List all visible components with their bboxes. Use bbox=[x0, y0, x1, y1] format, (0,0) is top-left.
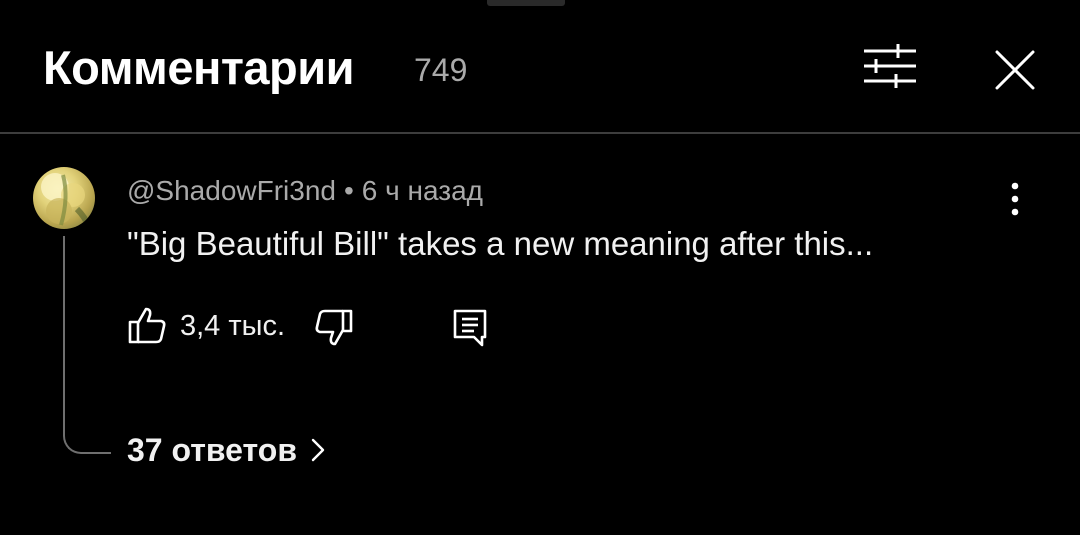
comment-count: 749 bbox=[414, 52, 468, 88]
avatar[interactable] bbox=[33, 167, 95, 229]
close-icon[interactable] bbox=[992, 48, 1038, 92]
chevron-right-icon bbox=[311, 438, 325, 462]
comments-header: Комментарии 749 bbox=[0, 0, 1080, 134]
comment-text: "Big Beautiful Bill" takes a new meaning… bbox=[127, 225, 874, 262]
comment-meta: @ShadowFri3nd • 6 ч назад bbox=[127, 175, 483, 207]
page-title: Комментарии bbox=[43, 41, 355, 94]
replies-link[interactable]: 37 ответов bbox=[127, 432, 325, 469]
replies-label: 37 ответов bbox=[127, 432, 297, 468]
thread-connector bbox=[63, 236, 111, 454]
thumb-down-icon[interactable] bbox=[314, 308, 354, 348]
author-name[interactable]: @ShadowFri3nd bbox=[127, 175, 336, 206]
sliders-icon[interactable] bbox=[862, 42, 918, 90]
like-count: 3,4 тыс. bbox=[180, 310, 286, 342]
comment-icon[interactable] bbox=[450, 307, 490, 349]
thumb-up-icon[interactable] bbox=[127, 305, 167, 345]
more-vert-icon[interactable] bbox=[1003, 180, 1027, 218]
comment-time: 6 ч назад bbox=[361, 175, 483, 206]
meta-separator: • bbox=[343, 175, 354, 206]
